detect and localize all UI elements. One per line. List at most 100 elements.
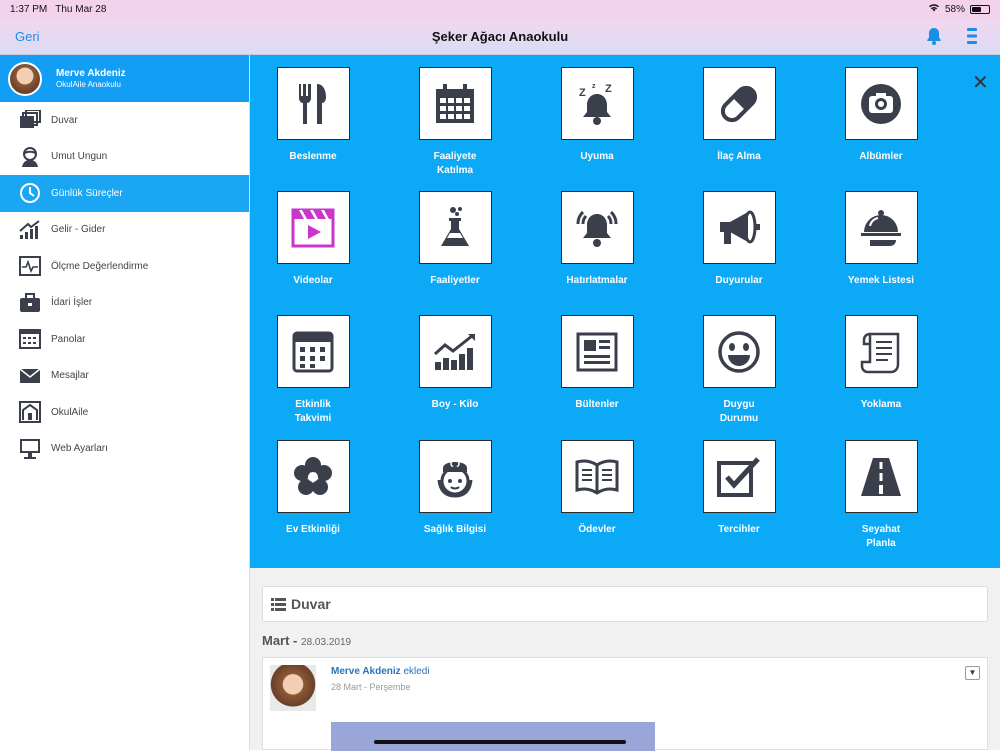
close-icon[interactable]: ✕ <box>972 73 989 93</box>
tile-label: Beslenme <box>289 151 337 162</box>
newspaper-icon <box>560 315 634 388</box>
sidebar-item-label: Mesajlar <box>51 370 89 382</box>
profile-org: OkulAile Anaokulu <box>56 80 121 89</box>
nurse-icon <box>418 440 492 513</box>
tile-label: Uyuma <box>580 151 614 162</box>
pill-icon <box>702 67 776 140</box>
svg-text:Z: Z <box>579 87 586 99</box>
menu-icon[interactable] <box>965 27 979 50</box>
wall-icon <box>18 108 42 132</box>
tile-label: Sağlık Bilgisi <box>423 524 487 535</box>
tile-book[interactable]: Ödevler <box>537 440 657 537</box>
monitor-icon <box>18 437 42 461</box>
calendar-grid-icon <box>276 315 350 388</box>
tile-label: Boy - Kilo <box>431 399 479 410</box>
tile-sleep-bell[interactable]: Z Zz Uyuma <box>537 67 657 164</box>
wall-section-header: Duvar <box>262 586 988 622</box>
sidebar-item-5[interactable]: İdari İşler <box>0 285 249 322</box>
clock-icon <box>18 181 42 205</box>
status-time: 1:37 PM <box>10 3 48 15</box>
tile-megaphone[interactable]: Duyurular <box>679 191 799 288</box>
flower-icon <box>276 440 350 513</box>
sidebar-item-label: OkulAile <box>51 406 89 418</box>
tile-growth-chart[interactable]: Boy - Kilo <box>395 315 515 412</box>
post-author-line: Merve Akdeniz ekledi <box>331 666 430 677</box>
tile-flask[interactable]: Faaliyetler <box>395 191 515 288</box>
sidebar-item-label: Gelir - Gider <box>51 224 106 236</box>
road-icon <box>844 440 918 513</box>
tile-pill[interactable]: İlaç Alma <box>679 67 799 164</box>
tile-calendar-grid[interactable]: Etkinlik Takvimi <box>253 315 373 426</box>
tile-label: Duygu Durumu <box>719 399 759 424</box>
sidebar-item-label: Ölçme Değerlendirme <box>51 260 149 272</box>
sidebar-item-label: Web Ayarları <box>51 443 108 455</box>
chart-up-icon <box>18 218 42 242</box>
profile-card[interactable]: Merve Akdeniz OkulAile Anaokulu <box>0 55 249 102</box>
notification-bell-icon[interactable] <box>924 26 944 51</box>
status-bar: 1:37 PM Thu Mar 28 58% <box>0 0 1000 18</box>
tile-flower[interactable]: Ev Etkinliği <box>253 440 373 537</box>
tile-utensils[interactable]: Beslenme <box>253 67 373 164</box>
tile-label: Ödevler <box>578 524 616 535</box>
briefcase-icon <box>18 291 42 315</box>
tile-camera[interactable]: Albümler <box>821 67 941 164</box>
tile-scroll[interactable]: Yoklama <box>821 315 941 412</box>
tile-label: Yemek Listesi <box>847 275 915 286</box>
sidebar-item-9[interactable]: Web Ayarları <box>0 431 249 468</box>
tile-video[interactable]: Videolar <box>253 191 373 288</box>
list-icon <box>271 597 286 611</box>
tile-newspaper[interactable]: Bültenler <box>537 315 657 412</box>
post-avatar <box>270 665 316 711</box>
avatar <box>8 61 42 96</box>
date-value: 28.03.2019 <box>301 637 352 648</box>
tile-label: Yoklama <box>860 399 902 410</box>
sidebar-item-7[interactable]: Mesajlar <box>0 358 249 395</box>
tile-label: Etkinlik Takvimi <box>294 399 332 424</box>
scroll-icon <box>844 315 918 388</box>
tile-cloche[interactable]: Yemek Listesi <box>821 191 941 288</box>
tile-smiley[interactable]: Duygu Durumu <box>679 315 799 426</box>
checkbox-icon <box>702 440 776 513</box>
tile-label: Ev Etkinliği <box>286 524 340 535</box>
camera-icon <box>844 67 918 140</box>
sidebar-item-1[interactable]: Umut Ungun <box>0 139 249 176</box>
tile-label: Bültenler <box>575 399 619 410</box>
ringing-bell-icon <box>560 191 634 264</box>
post-author[interactable]: Merve Akdeniz <box>331 666 401 677</box>
sidebar-item-8[interactable]: OkulAile <box>0 394 249 431</box>
sidebar-item-label: Panolar <box>51 333 86 345</box>
sidebar-item-2[interactable]: Günlük Süreçler <box>0 175 249 212</box>
tile-road[interactable]: Seyahat Planla <box>821 440 941 551</box>
sidebar-item-label: Duvar <box>51 114 78 126</box>
post-options-button[interactable]: ▼ <box>965 666 980 680</box>
page-title: Şeker Ağacı Anaokulu <box>431 28 569 44</box>
tile-label: İlaç Alma <box>717 151 761 162</box>
date-heading: Mart - 28.03.2019 <box>262 633 351 648</box>
home-indicator <box>374 740 626 744</box>
sidebar-item-3[interactable]: Gelir - Gider <box>0 212 249 249</box>
tile-label: Hatırlatmalar <box>566 275 628 286</box>
post-date: 28 Mart - Perşembe <box>331 682 411 692</box>
post-attachment-preview[interactable] <box>331 722 655 751</box>
board-icon <box>18 327 42 351</box>
tile-label: Faaliyetler <box>430 275 480 286</box>
back-button[interactable]: Geri <box>15 29 40 44</box>
book-icon <box>560 440 634 513</box>
profile-name: Merve Akdeniz <box>56 68 126 79</box>
child-icon <box>18 145 42 169</box>
mail-icon <box>18 364 42 388</box>
battery-icon <box>970 4 990 14</box>
date-month: Mart - <box>262 633 298 648</box>
sidebar-item-6[interactable]: Panolar <box>0 321 249 358</box>
svg-text:Z: Z <box>605 83 612 95</box>
tile-calendar[interactable]: Faaliyete Katılma <box>395 67 515 178</box>
tile-nurse[interactable]: Sağlık Bilgisi <box>395 440 515 537</box>
sidebar-item-label: İdari İşler <box>51 297 93 309</box>
sidebar-item-4[interactable]: Ölçme Değerlendirme <box>0 248 249 285</box>
school-icon <box>18 400 42 424</box>
tile-ringing-bell[interactable]: Hatırlatmalar <box>537 191 657 288</box>
svg-text:z: z <box>592 83 596 90</box>
tile-checkbox[interactable]: Tercihler <box>679 440 799 537</box>
sidebar-item-0[interactable]: Duvar <box>0 102 249 139</box>
sidebar-item-label: Günlük Süreçler <box>51 187 123 199</box>
